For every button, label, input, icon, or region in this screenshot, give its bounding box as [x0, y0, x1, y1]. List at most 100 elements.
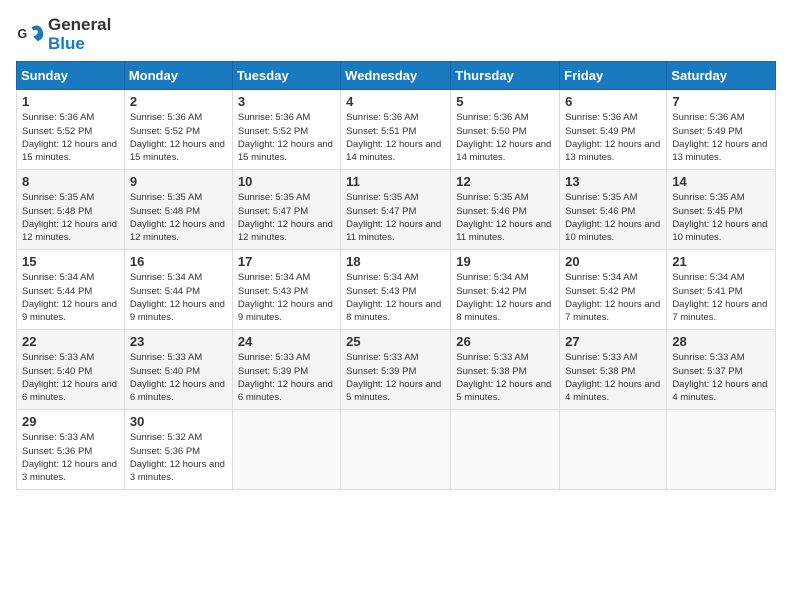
calendar-cell: 28 Sunrise: 5:33 AM Sunset: 5:37 PM Dayl…	[667, 330, 776, 410]
day-number: 4	[346, 94, 445, 109]
calendar-cell: 23 Sunrise: 5:33 AM Sunset: 5:40 PM Dayl…	[124, 330, 232, 410]
calendar-cell: 19 Sunrise: 5:34 AM Sunset: 5:42 PM Dayl…	[451, 250, 560, 330]
day-number: 15	[22, 254, 119, 269]
calendar-cell: 24 Sunrise: 5:33 AM Sunset: 5:39 PM Dayl…	[232, 330, 340, 410]
day-number: 18	[346, 254, 445, 269]
calendar-cell: 25 Sunrise: 5:33 AM Sunset: 5:39 PM Dayl…	[341, 330, 451, 410]
day-number: 2	[130, 94, 227, 109]
cell-info: Sunrise: 5:35 AM Sunset: 5:48 PM Dayligh…	[130, 191, 227, 244]
cell-info: Sunrise: 5:36 AM Sunset: 5:49 PM Dayligh…	[672, 111, 770, 164]
cell-info: Sunrise: 5:34 AM Sunset: 5:43 PM Dayligh…	[346, 271, 445, 324]
cell-info: Sunrise: 5:33 AM Sunset: 5:38 PM Dayligh…	[456, 351, 554, 404]
page-header: G General Blue	[16, 16, 776, 53]
day-number: 23	[130, 334, 227, 349]
calendar-cell: 3 Sunrise: 5:36 AM Sunset: 5:52 PM Dayli…	[232, 90, 340, 170]
calendar-cell	[232, 410, 340, 489]
cell-info: Sunrise: 5:36 AM Sunset: 5:51 PM Dayligh…	[346, 111, 445, 164]
calendar-week-1: 1 Sunrise: 5:36 AM Sunset: 5:52 PM Dayli…	[17, 90, 776, 170]
calendar-cell	[560, 410, 667, 489]
svg-text:G: G	[18, 27, 28, 41]
calendar-cell: 7 Sunrise: 5:36 AM Sunset: 5:49 PM Dayli…	[667, 90, 776, 170]
calendar-week-3: 15 Sunrise: 5:34 AM Sunset: 5:44 PM Dayl…	[17, 250, 776, 330]
day-number: 3	[238, 94, 335, 109]
calendar-week-5: 29 Sunrise: 5:33 AM Sunset: 5:36 PM Dayl…	[17, 410, 776, 489]
day-number: 13	[565, 174, 661, 189]
day-number: 1	[22, 94, 119, 109]
calendar-week-2: 8 Sunrise: 5:35 AM Sunset: 5:48 PM Dayli…	[17, 170, 776, 250]
cell-info: Sunrise: 5:35 AM Sunset: 5:46 PM Dayligh…	[456, 191, 554, 244]
calendar-cell	[451, 410, 560, 489]
day-number: 5	[456, 94, 554, 109]
cell-info: Sunrise: 5:34 AM Sunset: 5:44 PM Dayligh…	[22, 271, 119, 324]
calendar-cell: 4 Sunrise: 5:36 AM Sunset: 5:51 PM Dayli…	[341, 90, 451, 170]
cell-info: Sunrise: 5:33 AM Sunset: 5:40 PM Dayligh…	[22, 351, 119, 404]
calendar-table: Sunday Monday Tuesday Wednesday Thursday…	[16, 61, 776, 489]
cell-info: Sunrise: 5:36 AM Sunset: 5:52 PM Dayligh…	[22, 111, 119, 164]
cell-info: Sunrise: 5:33 AM Sunset: 5:37 PM Dayligh…	[672, 351, 770, 404]
day-number: 14	[672, 174, 770, 189]
day-number: 8	[22, 174, 119, 189]
calendar-cell: 6 Sunrise: 5:36 AM Sunset: 5:49 PM Dayli…	[560, 90, 667, 170]
cell-info: Sunrise: 5:36 AM Sunset: 5:52 PM Dayligh…	[130, 111, 227, 164]
calendar-cell: 21 Sunrise: 5:34 AM Sunset: 5:41 PM Dayl…	[667, 250, 776, 330]
calendar-cell: 8 Sunrise: 5:35 AM Sunset: 5:48 PM Dayli…	[17, 170, 125, 250]
calendar-week-4: 22 Sunrise: 5:33 AM Sunset: 5:40 PM Dayl…	[17, 330, 776, 410]
logo-icon: G	[16, 21, 44, 49]
cell-info: Sunrise: 5:36 AM Sunset: 5:50 PM Dayligh…	[456, 111, 554, 164]
calendar-cell: 10 Sunrise: 5:35 AM Sunset: 5:47 PM Dayl…	[232, 170, 340, 250]
logo-text: General Blue	[48, 16, 111, 53]
cell-info: Sunrise: 5:36 AM Sunset: 5:49 PM Dayligh…	[565, 111, 661, 164]
col-monday: Monday	[124, 62, 232, 90]
day-number: 27	[565, 334, 661, 349]
calendar-cell: 2 Sunrise: 5:36 AM Sunset: 5:52 PM Dayli…	[124, 90, 232, 170]
day-number: 11	[346, 174, 445, 189]
col-wednesday: Wednesday	[341, 62, 451, 90]
cell-info: Sunrise: 5:34 AM Sunset: 5:42 PM Dayligh…	[565, 271, 661, 324]
col-thursday: Thursday	[451, 62, 560, 90]
day-number: 22	[22, 334, 119, 349]
cell-info: Sunrise: 5:33 AM Sunset: 5:39 PM Dayligh…	[238, 351, 335, 404]
col-friday: Friday	[560, 62, 667, 90]
calendar-cell: 12 Sunrise: 5:35 AM Sunset: 5:46 PM Dayl…	[451, 170, 560, 250]
calendar-cell: 9 Sunrise: 5:35 AM Sunset: 5:48 PM Dayli…	[124, 170, 232, 250]
calendar-cell	[341, 410, 451, 489]
day-number: 17	[238, 254, 335, 269]
cell-info: Sunrise: 5:34 AM Sunset: 5:42 PM Dayligh…	[456, 271, 554, 324]
day-number: 6	[565, 94, 661, 109]
cell-info: Sunrise: 5:33 AM Sunset: 5:36 PM Dayligh…	[22, 431, 119, 484]
cell-info: Sunrise: 5:35 AM Sunset: 5:45 PM Dayligh…	[672, 191, 770, 244]
day-number: 28	[672, 334, 770, 349]
day-number: 21	[672, 254, 770, 269]
cell-info: Sunrise: 5:33 AM Sunset: 5:38 PM Dayligh…	[565, 351, 661, 404]
day-number: 12	[456, 174, 554, 189]
cell-info: Sunrise: 5:35 AM Sunset: 5:46 PM Dayligh…	[565, 191, 661, 244]
calendar-cell: 20 Sunrise: 5:34 AM Sunset: 5:42 PM Dayl…	[560, 250, 667, 330]
weekday-header-row: Sunday Monday Tuesday Wednesday Thursday…	[17, 62, 776, 90]
day-number: 30	[130, 414, 227, 429]
cell-info: Sunrise: 5:33 AM Sunset: 5:40 PM Dayligh…	[130, 351, 227, 404]
calendar-cell: 1 Sunrise: 5:36 AM Sunset: 5:52 PM Dayli…	[17, 90, 125, 170]
cell-info: Sunrise: 5:32 AM Sunset: 5:36 PM Dayligh…	[130, 431, 227, 484]
day-number: 20	[565, 254, 661, 269]
calendar-cell	[667, 410, 776, 489]
col-tuesday: Tuesday	[232, 62, 340, 90]
calendar-cell: 17 Sunrise: 5:34 AM Sunset: 5:43 PM Dayl…	[232, 250, 340, 330]
calendar-cell: 22 Sunrise: 5:33 AM Sunset: 5:40 PM Dayl…	[17, 330, 125, 410]
calendar-cell: 15 Sunrise: 5:34 AM Sunset: 5:44 PM Dayl…	[17, 250, 125, 330]
day-number: 19	[456, 254, 554, 269]
calendar-cell: 13 Sunrise: 5:35 AM Sunset: 5:46 PM Dayl…	[560, 170, 667, 250]
calendar-cell: 27 Sunrise: 5:33 AM Sunset: 5:38 PM Dayl…	[560, 330, 667, 410]
calendar-cell: 14 Sunrise: 5:35 AM Sunset: 5:45 PM Dayl…	[667, 170, 776, 250]
calendar-cell: 18 Sunrise: 5:34 AM Sunset: 5:43 PM Dayl…	[341, 250, 451, 330]
calendar-cell: 29 Sunrise: 5:33 AM Sunset: 5:36 PM Dayl…	[17, 410, 125, 489]
cell-info: Sunrise: 5:35 AM Sunset: 5:47 PM Dayligh…	[346, 191, 445, 244]
calendar-cell: 16 Sunrise: 5:34 AM Sunset: 5:44 PM Dayl…	[124, 250, 232, 330]
day-number: 10	[238, 174, 335, 189]
cell-info: Sunrise: 5:35 AM Sunset: 5:47 PM Dayligh…	[238, 191, 335, 244]
col-saturday: Saturday	[667, 62, 776, 90]
cell-info: Sunrise: 5:36 AM Sunset: 5:52 PM Dayligh…	[238, 111, 335, 164]
calendar-cell: 11 Sunrise: 5:35 AM Sunset: 5:47 PM Dayl…	[341, 170, 451, 250]
day-number: 24	[238, 334, 335, 349]
cell-info: Sunrise: 5:35 AM Sunset: 5:48 PM Dayligh…	[22, 191, 119, 244]
day-number: 9	[130, 174, 227, 189]
